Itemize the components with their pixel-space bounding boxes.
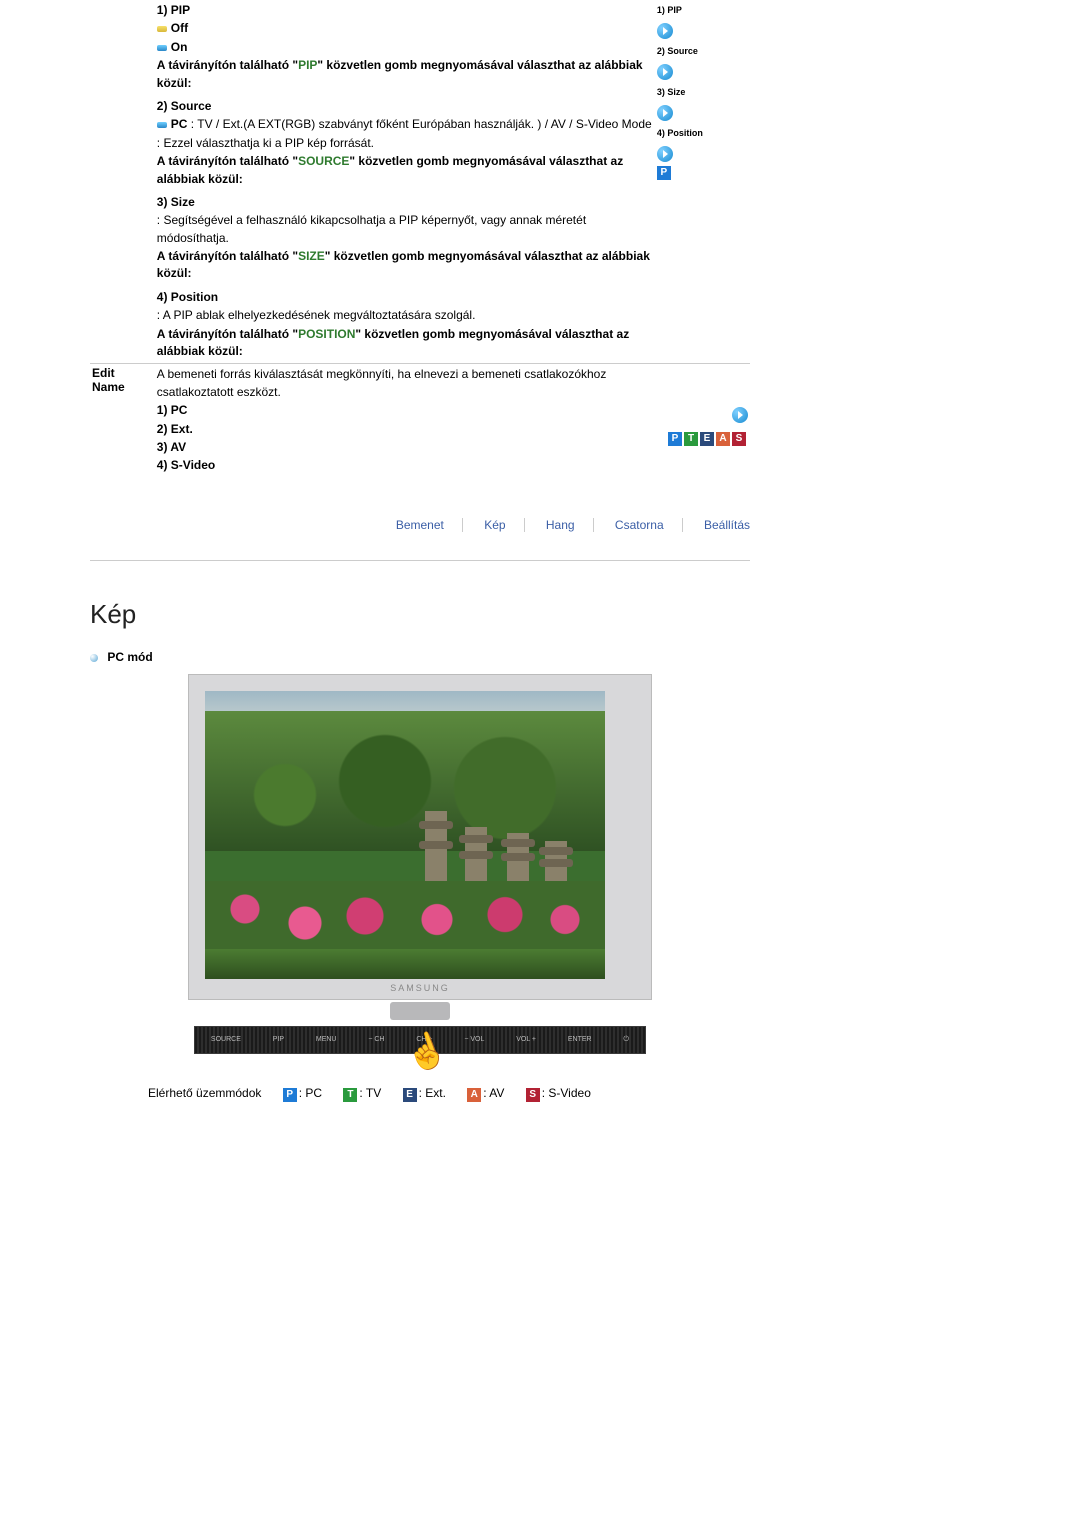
mode-sv: : S-Video [542, 1086, 591, 1100]
editname-ext: 2) Ext. [157, 421, 653, 438]
editname-av: 3) AV [157, 439, 653, 456]
editname-left-1: Edit [92, 366, 153, 380]
r-pip: 1) PIP [657, 2, 682, 19]
pc-mode-label: PC mód [107, 650, 152, 664]
pip-right-list: 1) PIP 2) Source 3) Size 4) Position P [657, 2, 748, 180]
divider [90, 560, 750, 561]
source-title: 2) Source [157, 98, 653, 115]
p-badge-icon: P [657, 166, 671, 180]
size-title: 3) Size [157, 194, 653, 211]
s-badge-icon: S [732, 432, 746, 446]
mode-av: : AV [483, 1086, 504, 1100]
e-badge-icon: E [700, 432, 714, 446]
pip-remote-key: PIP [298, 58, 317, 72]
tv-screen [205, 691, 605, 979]
play-icon [657, 146, 673, 162]
modes-label: Elérhető üzemmódok [148, 1086, 261, 1100]
a-badge-icon: A [716, 432, 730, 446]
pos-remote-pre: A távirányítón található " [157, 327, 298, 341]
pip-on: On [171, 40, 188, 54]
a-badge-icon: A [467, 1088, 481, 1102]
source-remote-key: SOURCE [298, 154, 349, 168]
pip-table: 1) PIP Off On A távirányítón található "… [90, 0, 750, 478]
editname-pc: 1) PC [157, 402, 653, 419]
btn-power[interactable]: ⏻ [623, 1036, 629, 1044]
bullet-on-icon [157, 45, 167, 51]
editname-sv: 4) S-Video [157, 457, 653, 474]
t-badge-icon: T [343, 1088, 357, 1102]
tv-illustration: SAMSUNG SOURCE PIP MENU − CH CH + − VOL … [90, 674, 750, 1072]
source-pc-label: PC [171, 117, 188, 131]
size-remote-key: SIZE [298, 249, 325, 263]
play-icon [657, 23, 673, 39]
pip-title: 1) PIP [157, 2, 653, 19]
pip-off: Off [171, 21, 188, 35]
tv-pedestal [390, 1002, 450, 1020]
mode-ext: : Ext. [419, 1086, 446, 1100]
pos-remote-key: POSITION [298, 327, 355, 341]
tab-kep[interactable]: Kép [466, 518, 524, 532]
bullet-pc-icon [157, 122, 167, 128]
mode-tv: : TV [359, 1086, 381, 1100]
source-desc: : Ezzel választhatja ki a PIP kép forrás… [157, 135, 653, 152]
position-desc: : A PIP ablak elhelyezkedésének megválto… [157, 307, 653, 324]
tv-brand: SAMSUNG [205, 983, 635, 993]
bullet-off-icon [157, 26, 167, 32]
tab-csatorna[interactable]: Csatorna [597, 518, 683, 532]
tab-beallitas[interactable]: Beállítás [686, 518, 750, 532]
r-source: 2) Source [657, 43, 698, 60]
btn-pip[interactable]: PIP [273, 1036, 284, 1043]
t-badge-icon: T [684, 432, 698, 446]
play-icon [657, 105, 673, 121]
bullet-icon [90, 654, 98, 662]
p-badge-icon: P [668, 432, 682, 446]
tab-bemenet[interactable]: Bemenet [378, 518, 463, 532]
editname-left-2: Name [92, 380, 153, 394]
source-pc-text: : TV / Ext.(A EXT(RGB) szabványt főként … [187, 117, 651, 131]
source-remote-pre: A távirányítón található " [157, 154, 298, 168]
pip-block: 1) PIP Off On A távirányítón található "… [157, 2, 653, 360]
size-remote-pre: A távirányítón található " [157, 249, 298, 263]
btn-menu[interactable]: MENU [316, 1036, 337, 1043]
play-icon [657, 64, 673, 80]
p-badge-icon: P [283, 1088, 297, 1102]
btn-enter[interactable]: ENTER [568, 1036, 592, 1043]
editname-right-icons [657, 406, 748, 423]
btn-vol-minus[interactable]: − VOL [464, 1036, 484, 1043]
mode-pc: : PC [299, 1086, 322, 1100]
play-icon [732, 407, 748, 423]
e-badge-icon: E [403, 1088, 417, 1102]
available-modes: Elérhető üzemmódok P: PC T: TV E: Ext. A… [148, 1086, 750, 1102]
kep-heading: Kép [90, 599, 750, 630]
btn-ch-minus[interactable]: − CH [368, 1036, 384, 1043]
pip-remote-pre: A távirányítón található " [157, 58, 298, 72]
btn-vol-plus[interactable]: VOL + [516, 1036, 536, 1043]
btn-source[interactable]: SOURCE [211, 1036, 241, 1043]
editname-block: A bemeneti forrás kiválasztását megkönny… [157, 366, 653, 474]
nav-tabs: Bemenet Kép Hang Csatorna Beállítás [90, 518, 750, 532]
editname-desc: A bemeneti forrás kiválasztását megkönny… [157, 366, 653, 401]
s-badge-icon: S [526, 1088, 540, 1102]
r-position: 4) Position [657, 125, 703, 142]
position-title: 4) Position [157, 289, 653, 306]
tab-hang[interactable]: Hang [528, 518, 594, 532]
r-size: 3) Size [657, 84, 686, 101]
size-desc: : Segítségével a felhasználó kikapcsolha… [157, 212, 653, 247]
